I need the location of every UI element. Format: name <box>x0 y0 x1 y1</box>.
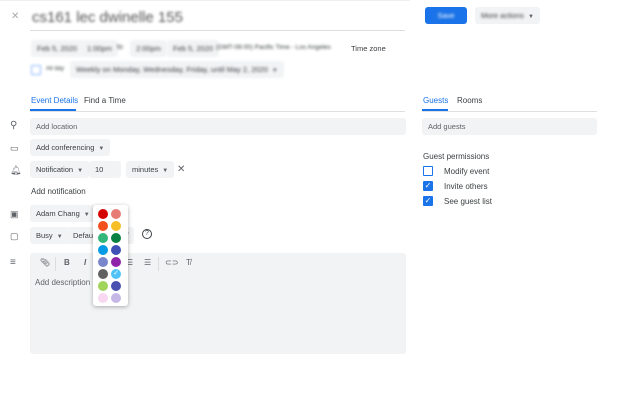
calendar-label: Adam Chang <box>36 209 80 218</box>
to-label: to <box>117 44 123 51</box>
notification-unit-dropdown[interactable]: minutes ▼ <box>126 161 175 178</box>
more-actions-button[interactable]: More actions ▼ <box>475 7 540 24</box>
permission-checkbox[interactable]: ✓ <box>423 196 433 206</box>
recurrence-dropdown[interactable]: Weekly on Monday, Wednesday, Friday, unt… <box>70 61 284 78</box>
color-swatch[interactable] <box>98 233 108 243</box>
permission-label: Modify event <box>444 167 490 176</box>
attachment-icon[interactable]: 📎︎ <box>40 258 50 267</box>
bell-icon: 🔔︎ <box>10 165 22 175</box>
recurrence-label: Weekly on Monday, Wednesday, Friday, unt… <box>76 65 268 74</box>
timezone-button[interactable]: Time zone <box>351 44 386 53</box>
color-swatch[interactable] <box>98 281 108 291</box>
chevron-down-icon: ▼ <box>271 68 278 74</box>
availability-dropdown[interactable]: Busy ▼ <box>30 227 69 244</box>
bold-icon[interactable]: B <box>64 258 70 267</box>
remove-notification-icon[interactable]: ✕ <box>177 164 185 176</box>
guest-permissions-title: Guest permissions <box>423 152 490 161</box>
color-picker-popup: ✓ <box>93 205 128 306</box>
color-swatch[interactable] <box>98 209 108 219</box>
event-title-input[interactable]: cs161 lec dwinelle 155 <box>32 9 183 26</box>
tab-event-details[interactable]: Event Details <box>31 96 78 105</box>
briefcase-icon: ▢ <box>10 231 19 241</box>
color-swatch[interactable] <box>98 221 108 231</box>
end-time[interactable]: 2:00pm <box>130 40 168 57</box>
color-swatch[interactable] <box>111 245 121 255</box>
permission-checkbox[interactable] <box>423 166 433 176</box>
chevron-down-icon: ▼ <box>162 168 169 174</box>
color-swatch[interactable] <box>98 245 108 255</box>
italic-icon[interactable]: I <box>84 258 86 267</box>
notification-value-input[interactable]: 10 <box>89 161 121 178</box>
color-swatch[interactable] <box>111 281 121 291</box>
start-time[interactable]: 1:00pm <box>81 40 119 57</box>
tab-guests[interactable]: Guests <box>423 96 448 105</box>
notification-unit-label: minutes <box>132 165 159 174</box>
color-swatch[interactable] <box>111 293 121 303</box>
color-swatch[interactable] <box>98 269 108 279</box>
color-swatch[interactable] <box>111 233 121 243</box>
end-date[interactable]: Feb 5, 2020 <box>167 40 220 57</box>
all-day-checkbox[interactable] <box>31 65 41 75</box>
conferencing-label: Add conferencing <box>36 143 95 152</box>
notification-type-dropdown[interactable]: Notification ▼ <box>30 161 90 178</box>
save-label: Save <box>437 11 455 20</box>
all-day-label: All day <box>46 66 65 72</box>
permission-checkbox[interactable]: ✓ <box>423 181 433 191</box>
timezone-text: (GMT-08:00) Pacific Time - Los Angeles <box>216 44 331 51</box>
chevron-down-icon: ▼ <box>56 234 63 240</box>
chevron-down-icon: ▼ <box>77 168 84 174</box>
help-icon[interactable]: ? <box>142 229 152 239</box>
link-icon[interactable]: ⊂⊃ <box>165 258 178 267</box>
close-icon[interactable]: ✕ <box>11 11 19 23</box>
chevron-down-icon: ▼ <box>527 14 534 20</box>
chevron-down-icon: ▼ <box>83 212 90 218</box>
color-swatch-selected[interactable]: ✓ <box>111 269 121 279</box>
availability-label: Busy <box>36 231 53 240</box>
bulleted-list-icon[interactable]: ☰ <box>144 258 151 267</box>
color-swatch[interactable] <box>98 293 108 303</box>
location-icon: ⚲ <box>10 120 18 131</box>
save-button[interactable]: Save <box>425 7 467 24</box>
more-actions-label: More actions <box>481 11 524 20</box>
add-notification-link[interactable]: Add notification <box>31 187 86 196</box>
permission-label: Invite others <box>444 182 488 191</box>
color-swatch[interactable] <box>98 257 108 267</box>
notification-type-label: Notification <box>36 165 74 174</box>
description-editor[interactable] <box>30 253 406 354</box>
add-guests-input[interactable]: Add guests <box>422 118 597 135</box>
video-icon: ▭ <box>10 143 19 153</box>
description-icon: ≡ <box>10 257 16 268</box>
conferencing-dropdown[interactable]: Add conferencing ▼ <box>30 139 111 156</box>
color-swatch[interactable] <box>111 221 121 231</box>
permission-label: See guest list <box>444 197 493 206</box>
chevron-down-icon: ▼ <box>98 146 105 152</box>
color-swatch[interactable] <box>111 257 121 267</box>
location-input[interactable]: Add location <box>30 118 406 135</box>
color-swatch[interactable] <box>111 209 121 219</box>
calendar-dropdown[interactable]: Adam Chang ▼ <box>30 205 96 222</box>
tab-find-a-time[interactable]: Find a Time <box>84 96 126 105</box>
tab-rooms[interactable]: Rooms <box>457 96 482 105</box>
description-placeholder: Add description <box>35 278 91 287</box>
calendar-icon: ▣ <box>10 209 19 219</box>
clear-formatting-icon[interactable]: T̸ <box>186 258 191 267</box>
start-date[interactable]: Feb 5, 2020 <box>31 40 84 57</box>
